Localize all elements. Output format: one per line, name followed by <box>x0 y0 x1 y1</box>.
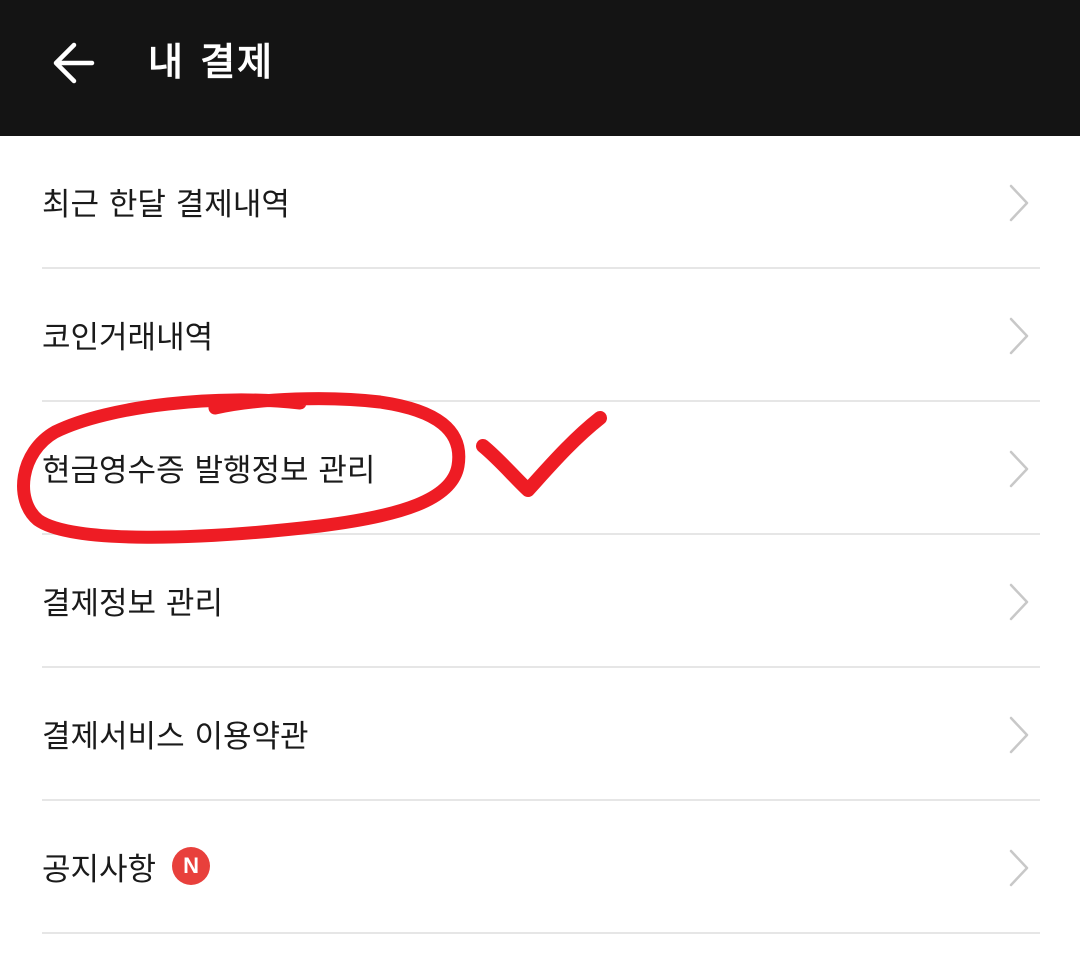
menu-item-label: 결제서비스 이용약관 <box>42 718 309 755</box>
menu-item-label: 최근 한달 결제내역 <box>42 186 290 223</box>
chevron-right-icon <box>1009 583 1029 620</box>
page-title: 내 결제 <box>148 40 275 84</box>
chevron-right-icon <box>1009 450 1029 487</box>
chevron-right-icon <box>1009 317 1029 354</box>
new-badge: N <box>172 847 211 885</box>
menu-item-label: 결제정보 관리 <box>42 585 223 622</box>
menu-item-label: 코인거래내역 <box>42 319 214 356</box>
menu-item-label: 현금영수증 발행정보 관리 <box>42 452 376 489</box>
menu-item-coin-transactions[interactable]: 코인거래내역 <box>0 269 1080 402</box>
menu-item-payment-terms[interactable]: 결제서비스 이용약관 <box>0 668 1080 801</box>
menu-item-recent-payments[interactable]: 최근 한달 결제내역 <box>0 136 1080 269</box>
menu-item-payment-info-settings[interactable]: 결제정보 관리 <box>0 535 1080 668</box>
divider <box>42 932 1040 934</box>
app-bar: 내 결제 <box>0 0 1080 136</box>
chevron-right-icon <box>1009 849 1029 886</box>
page: 내 결제 최근 한달 결제내역 코인거래내역 현금영수증 발행정보 관리 결제정… <box>0 0 1080 972</box>
menu-list: 최근 한달 결제내역 코인거래내역 현금영수증 발행정보 관리 결제정보 관리 … <box>0 136 1080 934</box>
menu-item-label: 공지사항 <box>42 851 157 888</box>
menu-item-cash-receipt-settings[interactable]: 현금영수증 발행정보 관리 <box>0 402 1080 535</box>
chevron-right-icon <box>1009 716 1029 753</box>
menu-item-notices[interactable]: 공지사항 N <box>0 801 1080 934</box>
back-arrow-icon[interactable] <box>44 33 104 93</box>
chevron-right-icon <box>1009 184 1029 221</box>
